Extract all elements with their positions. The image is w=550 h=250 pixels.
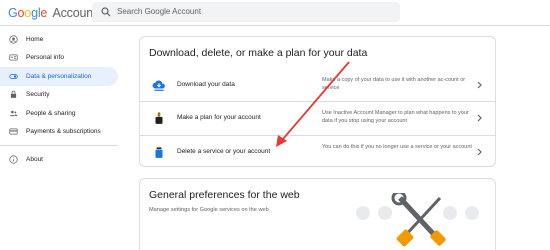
- row-label: Delete a service or your account: [177, 148, 271, 155]
- credit-card-icon: [9, 128, 18, 135]
- plan-icon: [155, 112, 163, 124]
- cloud-download-icon: [152, 80, 165, 91]
- sidebar-item-security[interactable]: Security: [0, 86, 118, 105]
- sidebar-item-label: About: [26, 155, 43, 163]
- sidebar-item-label: Payments & subscriptions: [26, 128, 101, 136]
- delete-service-row[interactable]: Delete a service or your account You can…: [140, 135, 495, 167]
- person-circle-icon: [9, 35, 18, 44]
- row-description: Make a copy of your data to use it with …: [322, 77, 466, 91]
- sidebar-item-payments[interactable]: Payments & subscriptions: [0, 123, 118, 142]
- search-icon: [101, 7, 111, 17]
- search-input[interactable]: Search Google Account: [92, 2, 400, 22]
- google-account-logo[interactable]: Google Account: [8, 6, 96, 20]
- chevron-right-icon: [477, 114, 482, 122]
- card-subtitle: Manage settings for Google services on t…: [149, 207, 269, 213]
- web-preferences-card: General preferences for the web Manage s…: [139, 178, 496, 250]
- toggle-icon: [9, 74, 18, 79]
- top-bar: Google Account Search Google Account: [0, 0, 550, 26]
- sidebar-nav: Home Personal info Data & personalizatio…: [0, 30, 120, 169]
- sidebar-item-label: People & sharing: [26, 109, 76, 117]
- plan-account-row[interactable]: Make a plan for your account Use Inactiv…: [140, 101, 495, 133]
- sidebar-item-data-personalization[interactable]: Data & personalization: [0, 67, 118, 86]
- trash-icon: [155, 146, 163, 158]
- row-description: You can do this if you no longer use a s…: [322, 144, 472, 150]
- logo-suffix: Account: [52, 6, 97, 20]
- sidebar-item-home[interactable]: Home: [0, 30, 118, 49]
- sidebar-item-people-sharing[interactable]: People & sharing: [0, 104, 118, 123]
- tools-illustration-icon: [356, 193, 479, 247]
- sidebar-divider: [0, 145, 118, 146]
- chevron-right-icon: [477, 81, 482, 89]
- sidebar-item-label: Data & personalization: [26, 72, 92, 80]
- people-icon: [9, 110, 18, 116]
- card-title: Download, delete, or make a plan for you…: [149, 47, 368, 59]
- row-label: Make a plan for your account: [177, 114, 261, 121]
- id-card-icon: [9, 54, 18, 61]
- data-actions-card: Download, delete, or make a plan for you…: [139, 36, 496, 167]
- download-data-row[interactable]: Download your data Make a copy of your d…: [140, 69, 495, 101]
- sidebar-item-label: Security: [26, 91, 50, 99]
- row-description: Use Inactive Account Manager to plan wha…: [322, 110, 469, 124]
- sidebar-item-personal-info[interactable]: Personal info: [0, 49, 118, 68]
- row-label: Download your data: [177, 81, 235, 88]
- sidebar-item-label: Personal info: [26, 54, 64, 62]
- lock-icon: [10, 91, 17, 99]
- sidebar-item-about[interactable]: About: [0, 150, 118, 169]
- info-icon: [9, 155, 18, 164]
- sidebar-item-label: Home: [26, 35, 44, 43]
- chevron-right-icon: [477, 148, 482, 156]
- search-placeholder: Search Google Account: [117, 7, 202, 16]
- card-title: General preferences for the web: [149, 189, 300, 201]
